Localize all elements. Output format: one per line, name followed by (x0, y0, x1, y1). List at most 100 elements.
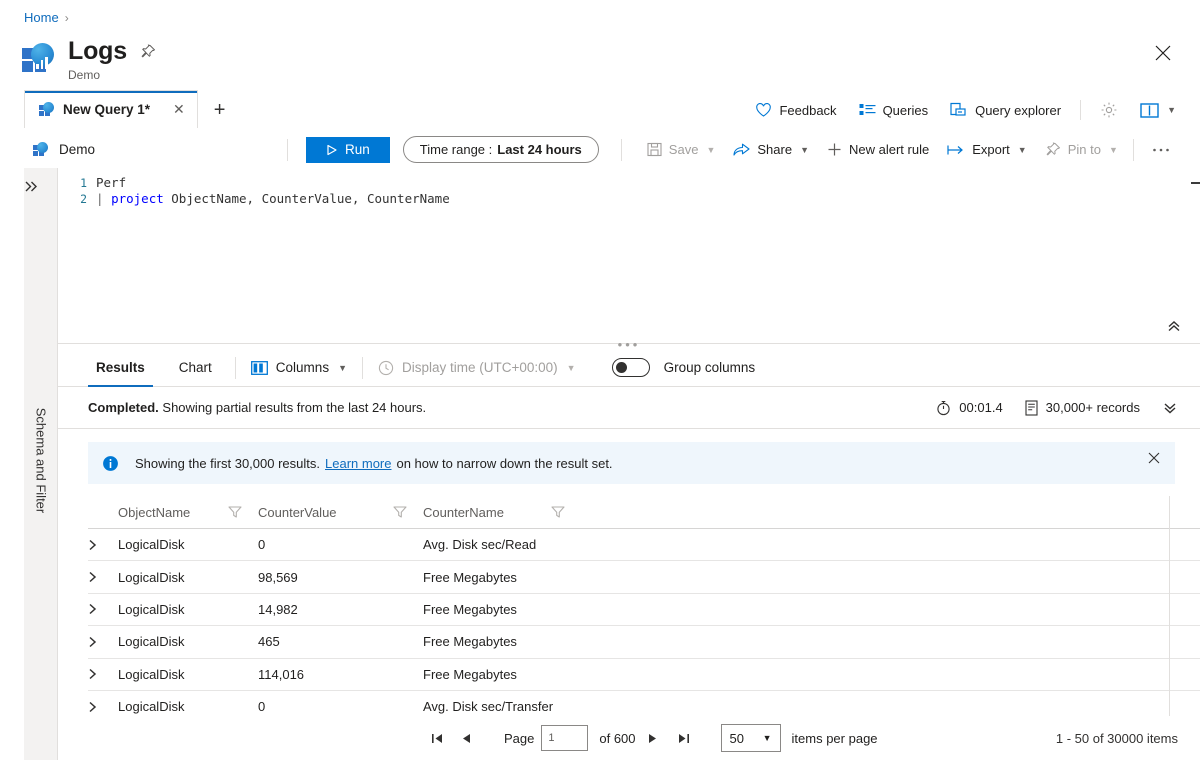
close-blade-button[interactable] (1150, 40, 1176, 66)
page-number-input[interactable] (541, 725, 589, 751)
table-row[interactable]: LogicalDisk 465 Free Megabytes (88, 496, 1200, 716)
chevron-right-icon[interactable] (88, 636, 118, 648)
time-range-value: Last 24 hours (497, 142, 582, 157)
expand-rail-button[interactable] (24, 180, 58, 193)
query-duration: 00:01.4 (936, 400, 1003, 416)
tab-new-query-1[interactable]: New Query 1* ✕ (24, 90, 198, 128)
column-header-countervalue[interactable]: CounterValue (258, 505, 393, 520)
new-alert-rule-button[interactable]: New alert rule (818, 137, 938, 162)
code-token-keyword: project (111, 191, 164, 206)
chevron-down-icon[interactable]: ▼ (1167, 105, 1176, 115)
chevron-down-icon[interactable]: ▼ (338, 363, 347, 373)
display-time-button[interactable]: Display time (UTC+00:00) ▼ (378, 360, 576, 376)
query-tab-icon (39, 102, 54, 117)
cell-countername: Free Megabytes (423, 666, 517, 682)
table-row[interactable]: LogicalDisk 0 Avg. Disk sec/Read (88, 496, 1200, 716)
cell-countername: Free Megabytes (423, 634, 517, 650)
first-page-button[interactable] (430, 732, 460, 745)
schema-filter-rail[interactable]: Schema and Filter (24, 168, 58, 760)
line-number: 1 (80, 176, 87, 190)
dismiss-banner-button[interactable] (1147, 451, 1161, 465)
columns-button[interactable]: Columns ▼ (250, 360, 347, 375)
cell-objectname: LogicalDisk (118, 666, 185, 682)
time-range-picker[interactable]: Time range : Last 24 hours (402, 136, 599, 163)
more-options-icon[interactable]: ellipsis-icon (169, 48, 189, 56)
feedback-button[interactable]: Feedback (744, 97, 847, 123)
chevron-down-icon[interactable]: ▼ (800, 145, 809, 155)
prev-page-button[interactable] (460, 732, 490, 745)
chevron-right-icon[interactable] (88, 539, 118, 551)
page-title: Logs (68, 37, 127, 65)
pin-to-button[interactable]: Pin to ▼ (1036, 137, 1127, 163)
share-label: Share (757, 142, 793, 157)
heart-icon (755, 102, 772, 118)
help-book-button[interactable]: ▼ (1129, 97, 1180, 124)
collapse-editor-button[interactable] (1166, 319, 1182, 333)
chevron-right-icon[interactable] (88, 603, 118, 615)
tab-results[interactable]: Results (88, 349, 153, 387)
tab-label: New Query 1* (63, 102, 151, 117)
grid-right-edge (1169, 496, 1200, 716)
learn-more-link[interactable]: Learn more (325, 456, 391, 471)
tab-close-icon[interactable]: ✕ (173, 101, 185, 118)
chevron-down-icon[interactable]: ▼ (1018, 145, 1027, 155)
query-explorer-label: Query explorer (975, 102, 1062, 118)
tab-chart[interactable]: Chart (171, 349, 220, 387)
info-icon (102, 455, 119, 472)
record-count: 30,000+ records (1025, 399, 1140, 416)
next-page-button[interactable] (647, 732, 677, 745)
last-page-button[interactable] (677, 732, 707, 745)
export-icon (947, 144, 965, 156)
items-range-label: 1 - 50 of 30000 items (1055, 730, 1178, 746)
export-button[interactable]: Export ▼ (938, 137, 1036, 162)
editor-splitter[interactable]: ••• (58, 338, 1200, 351)
chevron-right-icon[interactable] (88, 571, 118, 583)
chevron-right-icon[interactable] (88, 668, 118, 680)
pin-icon[interactable] (140, 43, 156, 60)
export-label: Export (972, 142, 1010, 157)
table-row[interactable]: LogicalDisk 114,016 Free Megabytes (88, 496, 1200, 716)
items-per-page-label: items per page (791, 730, 878, 746)
filter-icon-objectname[interactable] (228, 505, 258, 519)
pin-icon (1045, 141, 1061, 158)
save-button[interactable]: Save ▼ (638, 137, 725, 162)
run-button[interactable]: Run (306, 136, 390, 163)
share-button[interactable]: Share ▼ (724, 137, 818, 162)
schema-filter-label: Schema and Filter (33, 407, 48, 514)
filter-icon-countername[interactable] (551, 505, 581, 519)
queries-button[interactable]: Queries (848, 98, 940, 123)
filter-icon-countervalue[interactable] (393, 505, 423, 519)
page-size-select[interactable]: 50 ▼ (720, 724, 781, 752)
splitter-handle[interactable]: ••• (618, 338, 641, 351)
breadcrumb-home[interactable]: Home (24, 10, 59, 25)
table-row[interactable]: LogicalDisk 0 Avg. Disk sec/Transfer (88, 496, 1200, 716)
settings-button[interactable] (1089, 96, 1129, 124)
cell-objectname: LogicalDisk (118, 569, 185, 585)
results-grid[interactable]: ObjectName CounterValue CounterName Logi… (88, 496, 1200, 716)
query-explorer-button[interactable]: Query explorer (939, 97, 1072, 123)
query-editor[interactable]: 1 2 Perf | project ObjectName, CounterVa… (58, 168, 1200, 344)
chevron-down-icon[interactable]: ▼ (567, 363, 576, 373)
results-limit-banner: Showing the first 30,000 results. Learn … (88, 442, 1175, 484)
toolbar-more-button[interactable] (1140, 142, 1182, 158)
group-columns-control[interactable]: Group columns (611, 358, 755, 377)
chevron-down-icon: ▼ (762, 733, 772, 743)
cell-countervalue: 0 (258, 699, 266, 715)
column-header-objectname[interactable]: ObjectName (118, 505, 228, 520)
editor-code[interactable]: Perf | project ObjectName, CounterValue,… (96, 168, 1200, 207)
expand-status-button[interactable] (1162, 401, 1178, 415)
chevron-right-icon[interactable] (88, 701, 118, 713)
cell-objectname: LogicalDisk (118, 601, 185, 617)
table-row[interactable]: LogicalDisk 14,982 Free Megabytes (88, 496, 1200, 716)
pagination-bar: Page of 600 50 ▼ items per page 1 - 50 o… (58, 716, 1200, 760)
add-tab-button[interactable]: + (214, 99, 226, 122)
code-token: Perf (96, 175, 127, 190)
table-row[interactable]: LogicalDisk 98,569 Free Megabytes (88, 496, 1200, 716)
chevron-down-icon[interactable]: ▼ (1109, 145, 1118, 155)
group-columns-toggle[interactable] (611, 358, 650, 377)
banner-text-after: on how to narrow down the result set. (396, 455, 613, 471)
code-line-2: | project ObjectName, CounterValue, Coun… (96, 191, 1200, 207)
workspace-selector[interactable]: Demo (24, 142, 287, 157)
chevron-down-icon[interactable]: ▼ (706, 145, 715, 155)
logs-icon (22, 42, 56, 76)
